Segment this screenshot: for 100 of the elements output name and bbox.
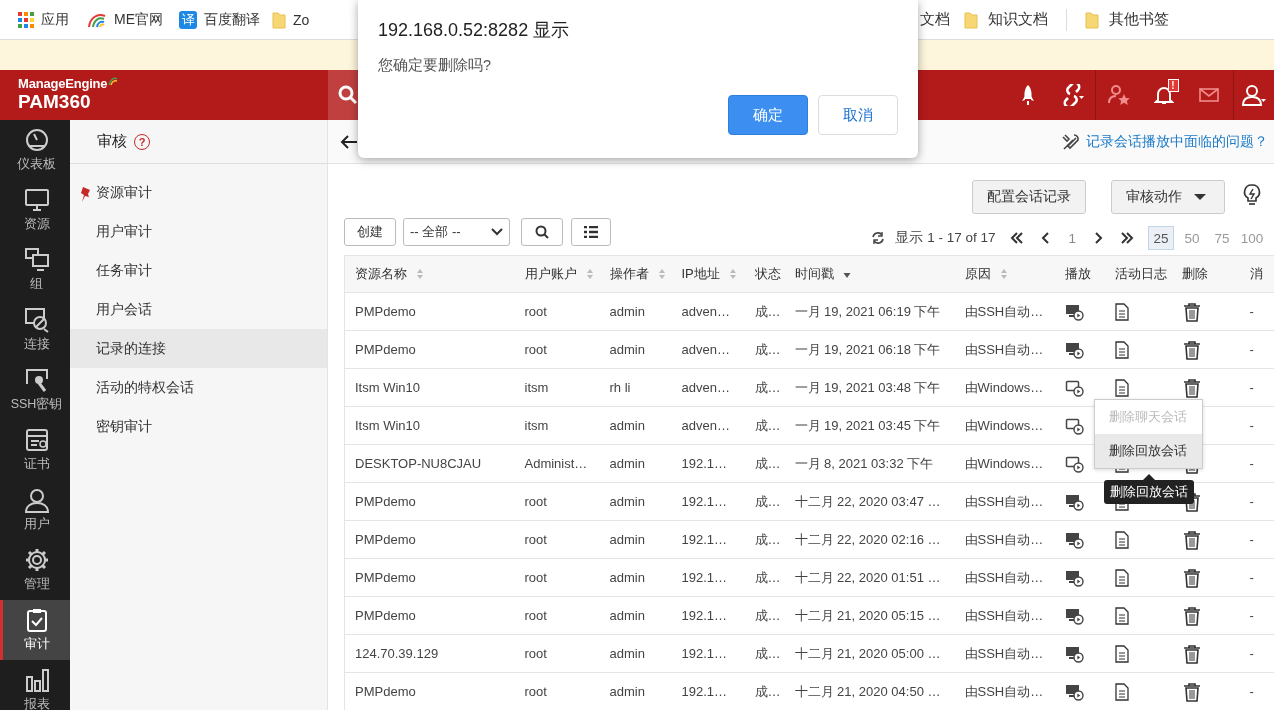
table-cell: 一月 19, 2021 03:45 下午: [784, 406, 955, 445]
table-cell: root: [514, 330, 600, 369]
create-button[interactable]: 创建: [344, 218, 396, 246]
table-cell: admin: [599, 406, 672, 445]
table-cell: -: [1239, 444, 1274, 483]
submenu-item[interactable]: 任务审计: [70, 251, 327, 290]
table-cell: adven…: [671, 406, 745, 445]
nav-item[interactable]: 资源: [0, 180, 70, 240]
table-cell: -: [1239, 558, 1274, 597]
table-cell: -: [1239, 406, 1274, 445]
nav-item[interactable]: 仪表板: [0, 120, 70, 180]
table-cell: 成…: [744, 330, 785, 369]
table-cell: 一月 8, 2021 03:32 下午: [784, 444, 955, 483]
bookmark-label[interactable]: 百度翻译: [204, 10, 260, 29]
table-cell: admin: [599, 558, 672, 597]
page-summary: 显示 1 - 17 of 17: [895, 229, 996, 247]
table-cell: -: [1239, 292, 1274, 331]
table-cell: 由SSH自动…: [954, 330, 1055, 369]
submenu-item[interactable]: 资源审计: [70, 173, 327, 212]
panel-title: 审核: [97, 132, 127, 151]
table-cell: root: [514, 558, 600, 597]
table-cell: PMPdemo: [344, 520, 515, 559]
table-cell: -: [1239, 634, 1274, 673]
nav-item[interactable]: SSH密钥: [0, 360, 70, 420]
table-cell: 十二月 22, 2020 02:16 …: [784, 520, 955, 559]
table-cell: 由SSH自动…: [954, 292, 1055, 331]
column-header: 播放: [1064, 265, 1091, 283]
table-cell: -: [1239, 672, 1274, 710]
column-header: 删除: [1181, 265, 1208, 283]
column-header[interactable]: 资源名称: [355, 265, 424, 283]
table-cell: 由Windows…: [954, 368, 1055, 407]
table-cell: 由SSH自动…: [954, 596, 1055, 635]
tooltip: 删除回放会话: [1103, 474, 1194, 504]
table-cell: 成…: [744, 596, 785, 635]
table-cell: 由SSH自动…: [954, 482, 1055, 521]
table-cell: itsm: [514, 406, 600, 445]
table-cell: PMPdemo: [344, 672, 515, 710]
translate-icon: 译: [179, 10, 197, 29]
table-cell: -: [1239, 330, 1274, 369]
bookmark-label[interactable]: 文档: [920, 10, 950, 29]
nav-item[interactable]: 审计: [0, 600, 70, 660]
table-cell: 由SSH自动…: [954, 672, 1055, 710]
table-cell: itsm: [514, 368, 600, 407]
dialog-title: 192.168.0.52:8282 显示: [378, 19, 571, 42]
menu-item[interactable]: 删除回放会话: [1094, 434, 1202, 468]
table-cell: Administ…: [514, 444, 600, 483]
table-cell: admin: [599, 444, 672, 483]
nav-item[interactable]: 报表: [0, 660, 70, 710]
configure-button[interactable]: 配置会话记录: [972, 179, 1086, 214]
table-cell: 十二月 22, 2020 03:47 …: [784, 482, 955, 521]
table-cell: root: [514, 520, 600, 559]
table-cell: 一月 19, 2021 06:18 下午: [784, 330, 955, 369]
brand-name: ManageEngine: [18, 76, 108, 91]
bookmark-label[interactable]: 知识文档: [988, 10, 1048, 29]
audit-actions-button[interactable]: 审核动作: [1111, 179, 1225, 214]
table-cell: admin: [599, 482, 672, 521]
table-cell: root: [514, 596, 600, 635]
column-header: 活动日志: [1114, 265, 1167, 283]
table-cell: admin: [599, 292, 672, 331]
submenu-item[interactable]: 用户审计: [70, 212, 327, 251]
table-cell: 成…: [744, 444, 785, 483]
nav-item[interactable]: 证书: [0, 420, 70, 480]
table-cell: admin: [599, 634, 672, 673]
table-cell: PMPdemo: [344, 596, 515, 635]
table-cell: 由SSH自动…: [954, 634, 1055, 673]
table-cell: -: [1239, 520, 1274, 559]
submenu-item[interactable]: 记录的连接: [70, 329, 327, 368]
nav-item[interactable]: 组: [0, 240, 70, 300]
table-cell: PMPdemo: [344, 330, 515, 369]
table-cell: -: [1239, 482, 1274, 521]
bookmark-label[interactable]: Zo: [293, 11, 310, 28]
page-size-option[interactable]: 25: [1148, 226, 1174, 250]
table-cell: 192.1…: [671, 596, 745, 635]
cancel-button[interactable]: 取消: [818, 95, 898, 135]
table-cell: -: [1239, 368, 1274, 407]
page-number[interactable]: 1: [1068, 230, 1076, 246]
table-cell: 十二月 21, 2020 05:15 …: [784, 596, 955, 635]
nav-item[interactable]: 连接: [0, 300, 70, 360]
help-link[interactable]: 记录会话播放中面临的问题？: [1086, 132, 1268, 151]
dialog-message: 您确定要删除吗?: [378, 56, 493, 75]
table-cell: root: [514, 482, 600, 521]
column-header[interactable]: 时间戳: [794, 265, 851, 283]
table-cell: PMPdemo: [344, 482, 515, 521]
table-cell: 由Windows…: [954, 406, 1055, 445]
bookmark-label[interactable]: 其他书签: [1109, 10, 1169, 29]
submenu-item[interactable]: 用户会话: [70, 290, 327, 329]
filter-dropdown[interactable]: -- 全部 --: [403, 218, 510, 246]
table-cell: 192.1…: [671, 444, 745, 483]
table-cell: admin: [599, 330, 672, 369]
table-cell: 由Windows…: [954, 444, 1055, 483]
product-name: PAM360: [18, 91, 92, 113]
nav-item[interactable]: 用户: [0, 480, 70, 540]
table-cell: 成…: [744, 292, 785, 331]
bookmark-label[interactable]: ME官网: [114, 10, 163, 29]
submenu-item[interactable]: 活动的特权会话: [70, 368, 327, 407]
table-cell: 192.1…: [671, 482, 745, 521]
bookmark-label[interactable]: 应用: [41, 10, 69, 29]
submenu-item[interactable]: 密钥审计: [70, 407, 327, 446]
nav-item[interactable]: 管理: [0, 540, 70, 600]
table-cell: root: [514, 634, 600, 673]
